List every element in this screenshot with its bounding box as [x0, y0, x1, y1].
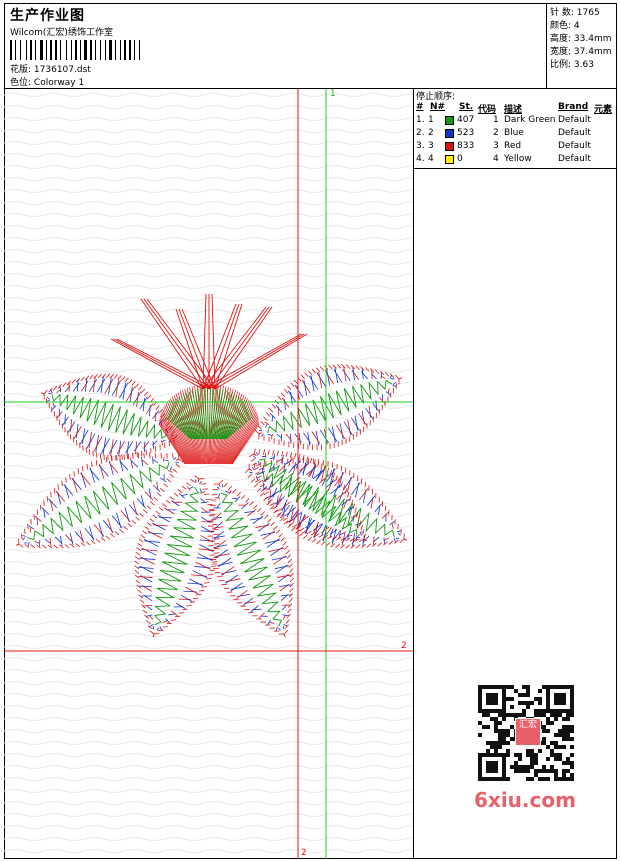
stop-sequence-panel: 停止顺序: # N# St. 代码 描述 Brand 元素 1. 1 407 1…: [414, 89, 617, 169]
fabric-texture: [4, 89, 413, 859]
col-header-code: 代码: [478, 105, 497, 115]
col-header-desc: 描述: [504, 105, 523, 115]
color-swatch: [445, 116, 454, 125]
design-file-value: 1736107.dst: [33, 65, 91, 75]
color-swatch: [445, 155, 454, 164]
stat-scale: 比例: 3.63: [550, 60, 594, 70]
colorway-label: 色位:: [10, 78, 32, 88]
barcode: [10, 40, 140, 60]
table-row: 2. 2 523 2 Blue Default: [416, 128, 591, 138]
col-header-brand: Brand: [558, 102, 589, 112]
guide-label-1: 1: [330, 89, 336, 99]
company-name: Wilcom(汇宏)绣饰工作室: [10, 28, 113, 38]
header-panel: 生产作业图 Wilcom(汇宏)绣饰工作室 花版: 1736107.dst 色位…: [4, 3, 547, 89]
color-swatch: [445, 142, 454, 151]
page-title: 生产作业图: [10, 8, 85, 24]
colorway-value: Colorway 1: [33, 78, 85, 88]
colorway-row: 色位: Colorway 1: [10, 75, 84, 88]
table-row: 3. 3 833 3 Red Default: [416, 141, 591, 151]
table-row: 4. 4 0 4 Yellow Default: [416, 154, 591, 164]
seal-stamp: 汇宏: [515, 718, 541, 746]
watermark-text: 6xiu.com: [474, 788, 576, 812]
col-header-stitches: St.: [459, 102, 474, 112]
design-file-label: 花版:: [10, 65, 32, 75]
stat-height: 高度: 33.4mm: [550, 34, 612, 44]
design-file-row: 花版: 1736107.dst: [10, 62, 91, 75]
stat-colors: 颜色: 4: [550, 21, 580, 31]
col-header-n: N#: [430, 102, 446, 112]
stop-sequence-title: 停止顺序:: [416, 92, 456, 102]
guide-label-h2: 2: [401, 641, 407, 651]
stat-width: 宽度: 37.4mm: [550, 47, 612, 57]
stats-panel: 针 数: 1765 颜色: 4 高度: 33.4mm 宽度: 37.4mm 比例…: [546, 3, 617, 89]
table-row: 1. 1 407 1 Dark Green Default: [416, 115, 591, 125]
design-canvas: 1 2 2: [4, 89, 414, 859]
col-header-element: 元素: [594, 105, 613, 115]
col-header-index: #: [416, 102, 424, 112]
embroidery-preview: [4, 89, 413, 859]
stat-stitches: 针 数: 1765: [550, 8, 600, 18]
color-swatch: [445, 129, 454, 138]
guide-label-v2: 2: [301, 848, 307, 858]
